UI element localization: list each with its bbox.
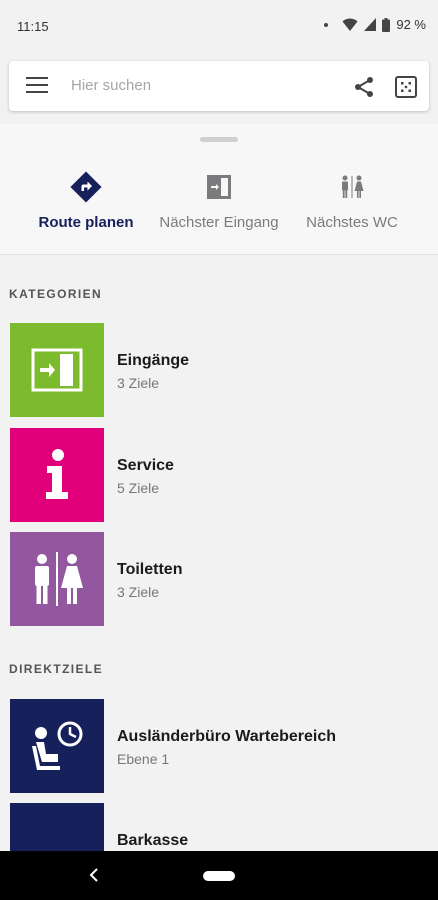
quick-actions-sheet: Route planen Nächster Eingang Nächstes W… — [0, 124, 438, 255]
route-diamond-icon — [70, 171, 102, 203]
entrance-door-icon — [207, 175, 231, 199]
target-name: Ausländerbüro Wartebereich — [117, 728, 337, 745]
info-icon — [46, 449, 68, 499]
home-pill[interactable] — [203, 871, 235, 881]
share-icon[interactable] — [352, 75, 376, 99]
route-planen-label: Route planen — [38, 214, 134, 231]
notification-dot-icon — [324, 22, 329, 27]
category-tile — [10, 532, 104, 626]
naechstes-wc-label: Nächstes WC — [306, 214, 398, 231]
target-item-auslaenderbuero[interactable]: Ausländerbüro Wartebereich Ebene 1 — [10, 699, 430, 793]
category-count: 3 Ziele — [117, 584, 160, 600]
search-input[interactable]: Hier suchen — [71, 77, 151, 94]
toilet-people-icon — [342, 175, 364, 198]
category-count: 3 Ziele — [117, 375, 160, 391]
drag-handle[interactable] — [200, 137, 238, 142]
target-name: Barkasse — [117, 832, 189, 849]
status-icons: 92 % — [324, 17, 426, 32]
status-bar: 11:15 92 % — [0, 0, 438, 52]
category-tile — [10, 428, 104, 522]
status-time: 11:15 — [17, 19, 49, 34]
wifi-icon — [342, 18, 358, 31]
target-level: Ebene 1 — [117, 751, 170, 767]
cell-signal-icon — [364, 18, 377, 31]
target-tile — [10, 699, 104, 793]
system-navigation-bar — [0, 851, 438, 900]
back-icon[interactable] — [88, 867, 100, 883]
entrance-door-icon — [31, 348, 83, 392]
toilet-people-icon — [35, 552, 83, 606]
battery-icon — [382, 17, 391, 32]
direct-targets-heading: DIREKTZIELE — [9, 662, 104, 676]
battery-percentage: 92 % — [396, 17, 426, 32]
category-name: Service — [117, 457, 174, 474]
menu-icon[interactable] — [26, 77, 48, 95]
naechster-eingang-action[interactable]: Nächster Eingang — [150, 170, 288, 232]
qr-scan-icon[interactable] — [394, 75, 418, 99]
category-tile — [10, 323, 104, 417]
category-item-service[interactable]: Service 5 Ziele — [10, 428, 430, 522]
waiting-area-icon — [32, 721, 83, 770]
naechster-eingang-label: Nächster Eingang — [159, 214, 279, 231]
search-bar[interactable]: Hier suchen — [9, 61, 429, 111]
category-name: Eingänge — [117, 352, 190, 369]
naechstes-wc-action[interactable]: Nächstes WC — [296, 170, 408, 232]
category-item-eingaenge[interactable]: Eingänge 3 Ziele — [10, 323, 430, 417]
category-count: 5 Ziele — [117, 480, 160, 496]
route-planen-action[interactable]: Route planen — [30, 170, 142, 232]
categories-heading: KATEGORIEN — [9, 287, 103, 301]
category-item-toiletten[interactable]: Toiletten 3 Ziele — [10, 532, 430, 626]
category-name: Toiletten — [117, 561, 183, 578]
